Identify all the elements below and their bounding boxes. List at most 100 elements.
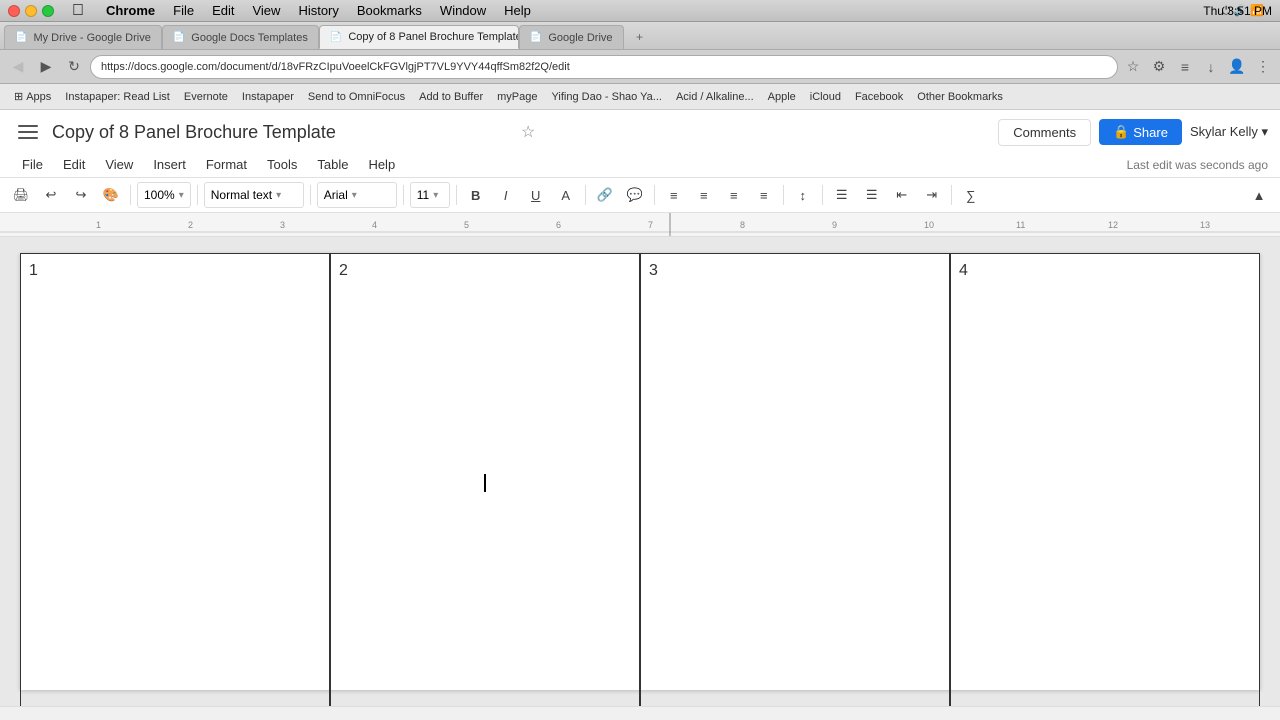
bold-button[interactable]: B bbox=[463, 182, 489, 208]
docs-menu-view[interactable]: View bbox=[95, 154, 143, 175]
bookmark-other[interactable]: Other Bookmarks bbox=[911, 89, 1009, 105]
svg-text:10: 10 bbox=[924, 220, 934, 230]
justify-button[interactable]: ≡ bbox=[751, 182, 777, 208]
line-spacing-button[interactable]: ↕ bbox=[790, 182, 816, 208]
apple-menu[interactable]:  bbox=[64, 0, 92, 22]
bullet-list-button[interactable]: ☰ bbox=[829, 182, 855, 208]
history-menu[interactable]: History bbox=[290, 0, 346, 22]
ruler-inner: 1 2 3 4 5 6 7 8 9 10 11 12 13 bbox=[0, 213, 1280, 236]
size-dropdown[interactable]: 11 ▾ bbox=[410, 182, 450, 208]
docs-menu-format[interactable]: Format bbox=[196, 154, 257, 175]
share-icon: 🔒 bbox=[1113, 124, 1129, 140]
underline-button[interactable]: U bbox=[523, 182, 549, 208]
paint-format-button[interactable]: 🎨 bbox=[98, 182, 124, 208]
docs-menu-help[interactable]: Help bbox=[358, 154, 405, 175]
undo-button[interactable]: ↩ bbox=[38, 182, 64, 208]
bookmarks-menu[interactable]: Bookmarks bbox=[349, 0, 430, 22]
link-button[interactable]: 🔗 bbox=[592, 182, 618, 208]
bookmark-instapaper-read[interactable]: Instapaper: Read List bbox=[59, 89, 176, 105]
docs-menu-table[interactable]: Table bbox=[307, 154, 358, 175]
panel-2[interactable]: 2 bbox=[330, 253, 640, 706]
text-color-button[interactable]: A bbox=[553, 182, 579, 208]
chrome-menu[interactable]: Chrome bbox=[98, 0, 163, 22]
comments-button[interactable]: Comments bbox=[998, 119, 1091, 146]
style-arrow: ▾ bbox=[276, 190, 281, 201]
extension-icon-1[interactable]: ⚙ bbox=[1148, 56, 1170, 78]
star-icon[interactable]: ☆ bbox=[521, 122, 535, 142]
panel-4[interactable]: 4 bbox=[950, 253, 1260, 706]
doc-area[interactable]: 1 2 3 4 bbox=[0, 237, 1280, 706]
tab-google-drive[interactable]: 📄 Google Drive bbox=[519, 25, 624, 49]
help-menu[interactable]: Help bbox=[496, 0, 539, 22]
svg-text:4: 4 bbox=[372, 220, 377, 230]
new-tab-button[interactable]: + bbox=[628, 27, 652, 47]
panel-2-number: 2 bbox=[339, 262, 348, 279]
zoom-dropdown[interactable]: 100% ▾ bbox=[137, 182, 191, 208]
file-menu[interactable]: File bbox=[165, 0, 202, 22]
bookmark-acid[interactable]: Acid / Alkaline... bbox=[670, 89, 760, 105]
align-right-button[interactable]: ≡ bbox=[721, 182, 747, 208]
last-edit-status: Last edit was seconds ago bbox=[1127, 158, 1268, 172]
font-dropdown[interactable]: Arial ▾ bbox=[317, 182, 397, 208]
bookmark-buffer[interactable]: Add to Buffer bbox=[413, 89, 489, 105]
back-button[interactable]: ◀ bbox=[6, 55, 30, 79]
docs-menu-insert[interactable]: Insert bbox=[143, 154, 196, 175]
document-title[interactable]: Copy of 8 Panel Brochure Template bbox=[52, 122, 515, 143]
bookmark-evernote[interactable]: Evernote bbox=[178, 89, 234, 105]
bookmark-mypage[interactable]: myPage bbox=[491, 89, 543, 105]
tab-google-docs-templates[interactable]: 📄 Google Docs Templates bbox=[162, 25, 319, 49]
share-button[interactable]: 🔒 Share bbox=[1099, 119, 1182, 145]
mac-menu-bar:  Chrome File Edit View History Bookmark… bbox=[64, 0, 1222, 22]
minimize-button[interactable] bbox=[25, 5, 37, 17]
panel-1[interactable]: 1 bbox=[20, 253, 330, 706]
redo-button[interactable]: ↪ bbox=[68, 182, 94, 208]
extension-icon-5[interactable]: ⋮ bbox=[1252, 56, 1274, 78]
close-button[interactable] bbox=[8, 5, 20, 17]
svg-text:9: 9 bbox=[832, 220, 837, 230]
style-dropdown[interactable]: Normal text ▾ bbox=[204, 182, 304, 208]
panel-3[interactable]: 3 bbox=[640, 253, 950, 706]
view-menu[interactable]: View bbox=[244, 0, 288, 22]
decrease-indent-button[interactable]: ⇤ bbox=[889, 182, 915, 208]
browser-tabs: 📄 My Drive - Google Drive 📄 Google Docs … bbox=[0, 22, 1280, 50]
bookmark-apps[interactable]: ⊞ Apps bbox=[8, 88, 57, 105]
tab-my-drive[interactable]: 📄 My Drive - Google Drive bbox=[4, 25, 162, 49]
extension-icon-4[interactable]: 👤 bbox=[1226, 56, 1248, 78]
bookmark-facebook[interactable]: Facebook bbox=[849, 89, 909, 105]
hamburger-line bbox=[18, 131, 38, 133]
docs-menu-tools[interactable]: Tools bbox=[257, 154, 307, 175]
maximize-button[interactable] bbox=[42, 5, 54, 17]
extension-icon-2[interactable]: ≡ bbox=[1174, 56, 1196, 78]
horizontal-scrollbar[interactable] bbox=[0, 706, 1280, 720]
bookmark-icloud[interactable]: iCloud bbox=[804, 89, 847, 105]
bookmark-star-icon[interactable]: ☆ bbox=[1122, 56, 1144, 78]
url-bar[interactable]: https://docs.google.com/document/d/18vFR… bbox=[90, 55, 1118, 79]
bookmark-instapaper[interactable]: Instapaper bbox=[236, 89, 300, 105]
increase-indent-button[interactable]: ⇥ bbox=[919, 182, 945, 208]
collapse-toolbar-button[interactable]: ▲ bbox=[1246, 182, 1272, 208]
print-button[interactable]: 🖨 bbox=[8, 182, 34, 208]
bookmark-yifing[interactable]: Yifing Dao - Shao Ya... bbox=[545, 89, 667, 105]
comment-button[interactable]: 💬 bbox=[622, 182, 648, 208]
toolbar-divider-6 bbox=[585, 185, 586, 205]
numbered-list-button[interactable]: ☰ bbox=[859, 182, 885, 208]
bookmark-apple[interactable]: Apple bbox=[762, 89, 802, 105]
hamburger-menu[interactable] bbox=[12, 116, 44, 148]
docs-menu-file[interactable]: File bbox=[12, 154, 53, 175]
align-left-button[interactable]: ≡ bbox=[661, 182, 687, 208]
align-center-button[interactable]: ≡ bbox=[691, 182, 717, 208]
svg-text:13: 13 bbox=[1200, 220, 1210, 230]
tab-brochure[interactable]: 📄 Copy of 8 Panel Brochure Template ✕ bbox=[319, 25, 519, 49]
reload-button[interactable]: ↻ bbox=[62, 55, 86, 79]
hamburger-line bbox=[18, 137, 38, 139]
docs-menu-edit[interactable]: Edit bbox=[53, 154, 95, 175]
italic-button[interactable]: I bbox=[493, 182, 519, 208]
forward-button[interactable]: ▶ bbox=[34, 55, 58, 79]
extension-icon-3[interactable]: ↓ bbox=[1200, 56, 1222, 78]
window-menu[interactable]: Window bbox=[432, 0, 494, 22]
hamburger-line bbox=[18, 125, 38, 127]
edit-menu[interactable]: Edit bbox=[204, 0, 242, 22]
user-name[interactable]: Skylar Kelly ▾ bbox=[1190, 124, 1268, 140]
bookmark-omnifocus[interactable]: Send to OmniFocus bbox=[302, 89, 411, 105]
formula-button[interactable]: ∑ bbox=[958, 182, 984, 208]
